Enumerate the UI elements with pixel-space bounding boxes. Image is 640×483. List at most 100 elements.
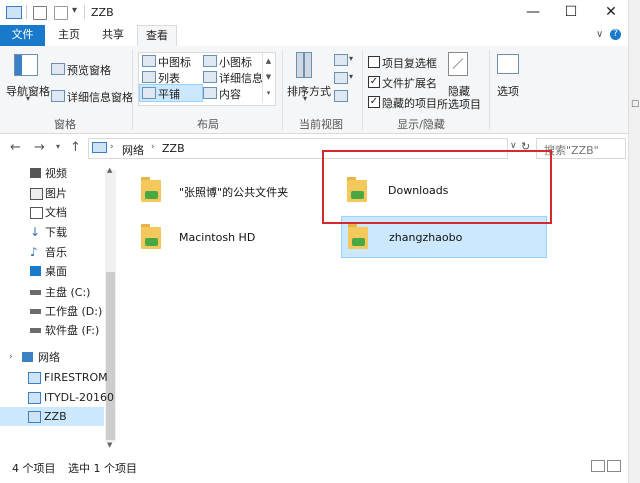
hide-selected-button-line2[interactable]: 所选项目 xyxy=(437,96,481,112)
tab-file[interactable]: 文件 xyxy=(0,25,45,46)
sidebar-item-music[interactable]: ♪ 音乐 xyxy=(0,243,104,262)
nav-scroll-up-icon[interactable]: ▲ xyxy=(107,166,112,174)
nav-pane-dropdown-icon[interactable]: ▾ xyxy=(26,94,30,103)
sidebar-item-drive-d[interactable]: 工作盘 (D:) xyxy=(0,302,104,321)
sidebar-item-desktop[interactable]: 桌面 xyxy=(0,262,104,281)
nav-pane-scrollbar-thumb[interactable] xyxy=(106,272,115,440)
preview-pane-button[interactable]: 预览窗格 xyxy=(67,62,111,78)
sort-by-icon xyxy=(296,52,318,78)
options-icon xyxy=(497,54,519,74)
video-icon xyxy=(30,168,41,178)
quick-access-dropdown-icon[interactable]: ▾ xyxy=(72,5,77,16)
app-icon[interactable] xyxy=(6,6,22,19)
sidebar-item-network[interactable]: › 网络 xyxy=(0,348,104,367)
breadcrumb-zzb[interactable]: ZZB xyxy=(162,142,185,155)
sort-by-dropdown-icon[interactable]: ▾ xyxy=(303,94,307,103)
highlight-annotation-box xyxy=(322,150,552,224)
computer-icon xyxy=(28,392,41,404)
back-icon[interactable]: ← xyxy=(10,140,21,155)
tab-share[interactable]: 共享 xyxy=(92,25,134,46)
drive-icon xyxy=(30,290,41,295)
preview-pane-icon xyxy=(51,63,65,75)
breadcrumb-network[interactable]: 网络 xyxy=(122,142,144,158)
computer-icon xyxy=(28,411,41,423)
sort-by-button[interactable]: 排序方式 xyxy=(287,83,331,99)
item-count: 4 个项目 xyxy=(12,462,56,475)
add-columns-icon[interactable] xyxy=(334,72,348,84)
network-location-icon xyxy=(92,142,107,153)
new-folder-icon[interactable] xyxy=(54,6,68,20)
drive-icon xyxy=(30,328,41,333)
details-icon xyxy=(203,71,217,83)
tiles-icon xyxy=(142,87,156,99)
file-extensions-label[interactable]: 文件扩展名 xyxy=(382,75,437,91)
sidebar-item-itydl[interactable]: ITYDL-20160 xyxy=(0,388,114,407)
window-title: ZZB xyxy=(91,6,114,19)
sidebar-item-videos[interactable]: 视频 xyxy=(0,164,104,183)
sidebar-item-drive-c[interactable]: 主盘 (C:) xyxy=(0,283,104,302)
forward-icon[interactable]: → xyxy=(34,140,45,155)
shared-folder-icon xyxy=(141,223,163,249)
add-columns-dropdown-icon[interactable]: ▾ xyxy=(349,72,353,81)
drive-icon xyxy=(30,309,41,314)
desktop-icon xyxy=(30,266,41,276)
layout-scroll[interactable]: ▲ ▼ ▾ xyxy=(262,53,274,103)
small-icons-icon xyxy=(203,55,217,67)
layout-group-label: 布局 xyxy=(197,118,219,131)
sidebar-item-firestrom[interactable]: FIRESTROM xyxy=(0,368,108,387)
layout-details[interactable]: 详细信息 xyxy=(219,70,263,86)
picture-icon xyxy=(30,188,43,200)
hide-selected-icon xyxy=(448,52,468,76)
status-bar: 4 个项目 选中 1 个项目 xyxy=(0,452,628,483)
size-columns-icon[interactable] xyxy=(334,90,348,102)
music-note-icon: ♪ xyxy=(30,245,38,259)
properties-icon[interactable] xyxy=(33,6,47,20)
shared-folder-icon xyxy=(141,176,163,202)
layout-small-icons[interactable]: 小图标 xyxy=(219,54,252,70)
current-view-group-label: 当前视图 xyxy=(299,118,343,131)
large-icons-view-icon[interactable] xyxy=(607,460,621,472)
details-pane-icon xyxy=(51,90,65,102)
sidebar-item-drive-f[interactable]: 软件盘 (F:) xyxy=(0,321,104,340)
layout-tiles[interactable]: 平铺 xyxy=(158,86,180,102)
group-by-dropdown-icon[interactable]: ▾ xyxy=(349,54,353,63)
show-hide-group-label: 显示/隐藏 xyxy=(397,118,445,131)
document-icon xyxy=(30,207,43,219)
folder-tile-macintosh-hd[interactable]: Macintosh HD xyxy=(135,217,315,257)
content-icon xyxy=(203,87,217,99)
right-edge-strip: ☐ xyxy=(628,0,640,483)
sidebar-item-downloads[interactable]: ↓ 下载 xyxy=(0,223,104,242)
ribbon-tabs: 文件 主页 共享 查看 ∨ ? xyxy=(0,25,640,47)
folder-tile-public[interactable]: "张照博"的公共文件夹 xyxy=(135,170,315,210)
tab-view[interactable]: 查看 xyxy=(137,25,177,47)
hidden-items-checkbox[interactable]: ✓ xyxy=(368,96,380,108)
details-view-icon[interactable] xyxy=(591,460,605,472)
details-pane-button[interactable]: 详细信息窗格 xyxy=(67,89,133,105)
nav-scroll-down-icon[interactable]: ▼ xyxy=(107,441,112,449)
item-checkboxes-checkbox[interactable] xyxy=(368,56,380,68)
item-checkboxes-label[interactable]: 项目复选框 xyxy=(382,55,437,71)
hidden-items-label[interactable]: 隐藏的项目 xyxy=(382,95,437,111)
medium-icons-icon xyxy=(142,55,156,67)
list-icon xyxy=(142,71,156,83)
layout-content[interactable]: 内容 xyxy=(219,86,241,102)
network-icon xyxy=(22,352,33,362)
sidebar-item-zzb[interactable]: ZZB xyxy=(0,407,104,426)
up-icon[interactable]: ↑ xyxy=(70,140,81,155)
tab-home[interactable]: 主页 xyxy=(48,25,90,46)
recent-dropdown-icon[interactable]: ▾ xyxy=(56,142,60,151)
help-icon[interactable]: ? xyxy=(610,29,621,40)
file-extensions-checkbox[interactable]: ✓ xyxy=(368,76,380,88)
group-by-icon[interactable] xyxy=(334,54,348,66)
computer-icon xyxy=(28,372,41,384)
sidebar-item-documents[interactable]: 文档 xyxy=(0,203,104,222)
ribbon-collapse-icon[interactable]: ∨ xyxy=(596,29,603,40)
sidebar-item-pictures[interactable]: 图片 xyxy=(0,184,104,203)
breadcrumb-chevron-icon[interactable]: › xyxy=(151,142,155,152)
options-button[interactable]: 选项 xyxy=(497,83,519,99)
layout-medium-icons[interactable]: 中图标 xyxy=(158,54,191,70)
breadcrumb-chevron-icon[interactable]: › xyxy=(110,142,114,152)
ribbon: 导航窗格 ▾ 预览窗格 详细信息窗格 窗格 中图标 小图标 列表 详细信息 平铺… xyxy=(0,46,628,134)
expand-chevron-icon[interactable]: › xyxy=(9,348,13,367)
search-placeholder: 搜索"ZZB" xyxy=(544,144,599,157)
